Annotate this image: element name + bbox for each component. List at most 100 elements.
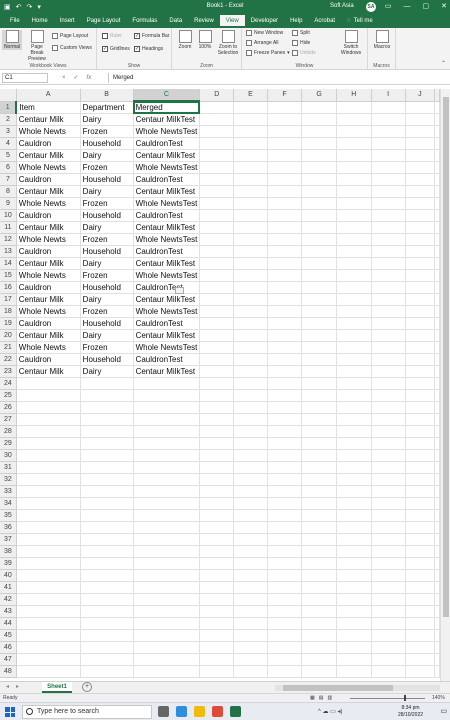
cell[interactable] [199,293,235,306]
cell[interactable] [405,293,436,306]
cell[interactable] [16,617,81,630]
cell[interactable] [80,629,134,642]
cell[interactable] [371,161,406,174]
cell[interactable]: Centaur Milk [16,257,81,270]
cell[interactable] [405,173,436,186]
cell[interactable] [267,161,303,174]
cell[interactable]: Centaur Milk [16,221,81,234]
row-header[interactable]: 48 [0,665,17,678]
cell[interactable] [233,125,268,138]
cell[interactable] [434,497,440,510]
cell[interactable] [199,425,235,438]
cell[interactable] [199,173,235,186]
cell[interactable] [336,269,372,282]
cell[interactable] [371,125,406,138]
cell[interactable] [133,605,201,618]
column-header-h[interactable]: H [336,89,372,102]
cell[interactable] [301,149,337,162]
cell[interactable] [434,557,440,570]
cell[interactable] [267,389,303,402]
cell[interactable]: Frozen [80,341,134,354]
cell[interactable] [199,605,235,618]
hide-button[interactable]: Hide [292,40,310,46]
row-header[interactable]: 26 [0,401,17,414]
taskbar-clock[interactable]: 8:34 pm 28/10/2022 [398,705,423,719]
cell[interactable] [133,641,201,654]
horizontal-scroll-thumb[interactable] [283,685,393,691]
cell[interactable] [199,185,235,198]
cell[interactable] [336,605,372,618]
cell[interactable]: Cauldron [16,317,81,330]
cell[interactable] [371,665,406,678]
cell[interactable] [199,221,235,234]
cell[interactable] [233,593,268,606]
cell[interactable] [371,173,406,186]
cell[interactable] [301,473,337,486]
cell[interactable] [133,425,201,438]
cell[interactable] [233,497,268,510]
cell[interactable] [267,665,303,678]
cell[interactable] [336,461,372,474]
formula-bar-checkbox[interactable]: ✓ Formula Bar [134,33,170,39]
cell[interactable] [80,545,134,558]
row-header[interactable]: 44 [0,617,17,630]
cell[interactable] [336,653,372,666]
column-header-b[interactable]: B [80,89,134,102]
cell[interactable] [371,653,406,666]
edge-icon[interactable] [176,706,187,717]
cell[interactable] [405,605,436,618]
cell[interactable] [16,521,81,534]
cell[interactable] [233,209,268,222]
cell[interactable] [133,545,201,558]
cancel-icon[interactable]: × [62,73,66,83]
headings-checkbox[interactable]: ✓ Headings [134,46,163,52]
cell[interactable] [80,401,134,414]
cell[interactable] [301,269,337,282]
cell[interactable]: Dairy [80,257,134,270]
cell[interactable] [405,113,436,126]
cell[interactable] [267,557,303,570]
sheet-next-icon[interactable]: ▸ [16,683,19,690]
row-header[interactable]: 24 [0,377,17,390]
cell[interactable] [434,641,440,654]
cell[interactable] [336,113,372,126]
cell[interactable] [301,581,337,594]
cell[interactable] [133,653,201,666]
cell[interactable] [371,521,406,534]
cell[interactable]: Household [80,173,134,186]
cell[interactable] [80,521,134,534]
cell[interactable] [434,149,440,162]
row-header[interactable]: 8 [0,185,17,198]
cell[interactable] [267,473,303,486]
new-window-button[interactable]: New Window [246,30,283,36]
cell[interactable] [434,401,440,414]
cell[interactable] [16,449,81,462]
cell[interactable] [199,593,235,606]
spreadsheet-grid[interactable]: ABCDEFGHIJ 1 Item Department Merged 2 Centaur… [0,89,440,681]
cell[interactable] [405,245,436,258]
cell[interactable] [405,569,436,582]
normal-view-icon[interactable]: ▦ [310,695,315,701]
cell[interactable]: Whole NewtsTest [133,233,201,246]
cell[interactable] [80,665,134,678]
cell[interactable] [80,605,134,618]
cell[interactable] [133,437,201,450]
cell[interactable] [301,377,337,390]
cell[interactable] [267,113,303,126]
cell[interactable] [16,569,81,582]
cell[interactable] [434,389,440,402]
cell[interactable] [301,113,337,126]
close-icon[interactable]: ✕ [441,2,447,12]
cell[interactable] [336,425,372,438]
cell[interactable] [267,641,303,654]
cell[interactable] [267,485,303,498]
cell[interactable] [267,497,303,510]
cell[interactable]: Whole NewtsTest [133,125,201,138]
cell[interactable] [336,101,372,114]
cell[interactable] [267,461,303,474]
cell[interactable]: Dairy [80,329,134,342]
cell[interactable]: CauldronTest [133,137,201,150]
cell[interactable] [133,593,201,606]
cell[interactable] [80,641,134,654]
page-break-preview-button[interactable]: Page Break Preview [24,30,50,62]
